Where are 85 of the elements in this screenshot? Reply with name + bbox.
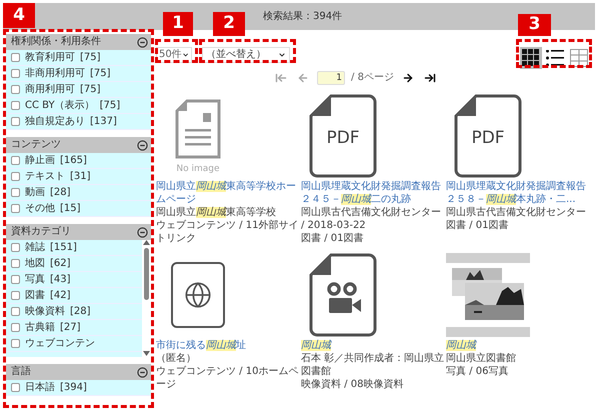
video-file-icon [309, 253, 377, 337]
checkbox[interactable] [11, 101, 20, 110]
filter-item[interactable]: 写真 [43] [6, 272, 142, 288]
checkbox[interactable] [11, 172, 20, 181]
filter-item[interactable]: CC BY（表示） [75] [6, 98, 151, 114]
collapse-icon[interactable] [137, 226, 148, 238]
filter-header[interactable]: 資料カテゴリ [6, 224, 151, 240]
pdf-file-icon: PDF [454, 94, 522, 178]
result-meta: 岡山県古代吉備文化財センター / 2018-03-22 [301, 206, 442, 232]
checkbox[interactable] [11, 339, 20, 348]
filter-item[interactable]: 古典籍 [27] [6, 320, 142, 336]
arrow-left-icon [297, 72, 310, 84]
filter-item[interactable]: ウェブコンテン [6, 336, 142, 352]
result-meta: 石本 彰／共同作成者：岡山県立図書館 [301, 352, 446, 378]
filter-item[interactable]: 独自規定あり [137] [6, 114, 151, 130]
collapse-icon[interactable] [137, 140, 148, 150]
checkbox[interactable] [11, 307, 20, 316]
checkbox[interactable] [11, 156, 20, 165]
arrow-right-icon [402, 72, 414, 84]
arrow-to-line-icon [424, 72, 436, 84]
globe-icon [171, 262, 225, 328]
result-meta: 岡山県古代吉備文化財センター [446, 206, 587, 219]
result-meta: 写真 / 06写真 [446, 365, 510, 378]
page-number-field[interactable]: 1 [317, 71, 346, 85]
checkbox[interactable] [11, 243, 20, 252]
result-title-link[interactable]: 岡山城 [301, 339, 446, 352]
result-meta: 岡山県立図書館 [446, 352, 517, 365]
result-meta: ウェブコンテンツ / 11外部サイトリンク [156, 219, 300, 245]
chevron-down-icon [278, 51, 286, 59]
collapse-icon[interactable] [137, 366, 148, 378]
checkbox[interactable] [11, 204, 20, 213]
checkbox[interactable] [11, 188, 20, 197]
filter-item[interactable]: テキスト [31] [6, 169, 151, 185]
no-image-caption: No image [176, 164, 220, 174]
filter-item[interactable]: 商用利用可 [75] [6, 82, 151, 98]
page-total: / 8ページ [351, 73, 394, 83]
view-toggle[interactable] [544, 47, 566, 69]
result-title-link[interactable]: 岡山城 [446, 339, 591, 352]
filter-item[interactable]: 日本語 [394] [6, 380, 151, 396]
result-meta: （匿名） [156, 352, 197, 365]
filter-item[interactable]: 非商用利用可 [75] [6, 66, 151, 82]
filter-item[interactable]: 図書 [42] [6, 288, 142, 304]
filter-item[interactable]: 教育利用可 [75] [6, 50, 151, 66]
result-meta: ウェブコンテンツ / 10ホームページ [156, 365, 300, 391]
grid-view-icon [522, 49, 540, 67]
table-view-icon [570, 49, 588, 67]
checkbox[interactable] [11, 117, 20, 126]
filter-item[interactable]: 雑誌 [151] [6, 240, 142, 256]
checkbox[interactable] [11, 383, 20, 392]
filter-item[interactable]: 映像資料 [28] [6, 304, 142, 320]
annotation-badge: 1 [163, 12, 193, 36]
filter-item[interactable]: その他 [15] [6, 201, 151, 217]
result-meta: 岡山県立岡山城東高等学校 [156, 206, 277, 219]
result-meta: 図書 / 01図書 [446, 219, 510, 232]
checkbox[interactable] [11, 259, 20, 268]
filter-header[interactable]: コンテンツ [6, 137, 151, 153]
filter-item[interactable]: 地図 [62] [6, 256, 142, 272]
checkbox[interactable] [11, 323, 20, 332]
pdf-file-icon: PDF [309, 94, 377, 178]
filter-item[interactable]: 静止画 [165] [6, 153, 151, 169]
annotation-badge: 4 [3, 3, 35, 28]
checkbox[interactable] [11, 275, 20, 284]
checkbox[interactable] [11, 53, 20, 62]
scroll-down-icon[interactable] [143, 351, 150, 357]
result-meta: 映像資料 / 08映像資料 [301, 378, 404, 391]
scrollbar[interactable] [142, 240, 151, 357]
checkbox[interactable] [11, 85, 20, 94]
document-icon [173, 98, 223, 160]
annotation-badge: 2 [213, 12, 245, 36]
checkbox[interactable] [11, 69, 20, 78]
chevron-down-icon [182, 51, 189, 59]
result-title-link[interactable]: 岡山県埋蔵文化財発掘調査報告２４５－岡山城二の丸跡 [301, 180, 446, 206]
result-meta: 図書 / 01図書 [301, 232, 364, 245]
annotation-badge: 3 [518, 14, 551, 36]
result-title-link[interactable]: 市街に残る岡山城址 [156, 339, 301, 352]
arrow-to-line-icon [275, 72, 288, 84]
filter-item[interactable]: 動画 [28] [6, 185, 151, 201]
view-toggle[interactable] [520, 47, 542, 69]
result-title-link[interactable]: 岡山県埋蔵文化財発掘調査報告２５８－岡山城本丸跡・二... [446, 180, 591, 206]
collapse-icon[interactable] [137, 36, 148, 48]
filter-header[interactable]: 権利関係・利用条件 [6, 34, 151, 50]
checkbox[interactable] [11, 291, 20, 300]
filter-header[interactable]: 言語 [6, 364, 151, 380]
list-view-icon [546, 50, 564, 66]
result-title-link[interactable]: 岡山県立岡山城東高等学校ホームページ [156, 180, 301, 206]
